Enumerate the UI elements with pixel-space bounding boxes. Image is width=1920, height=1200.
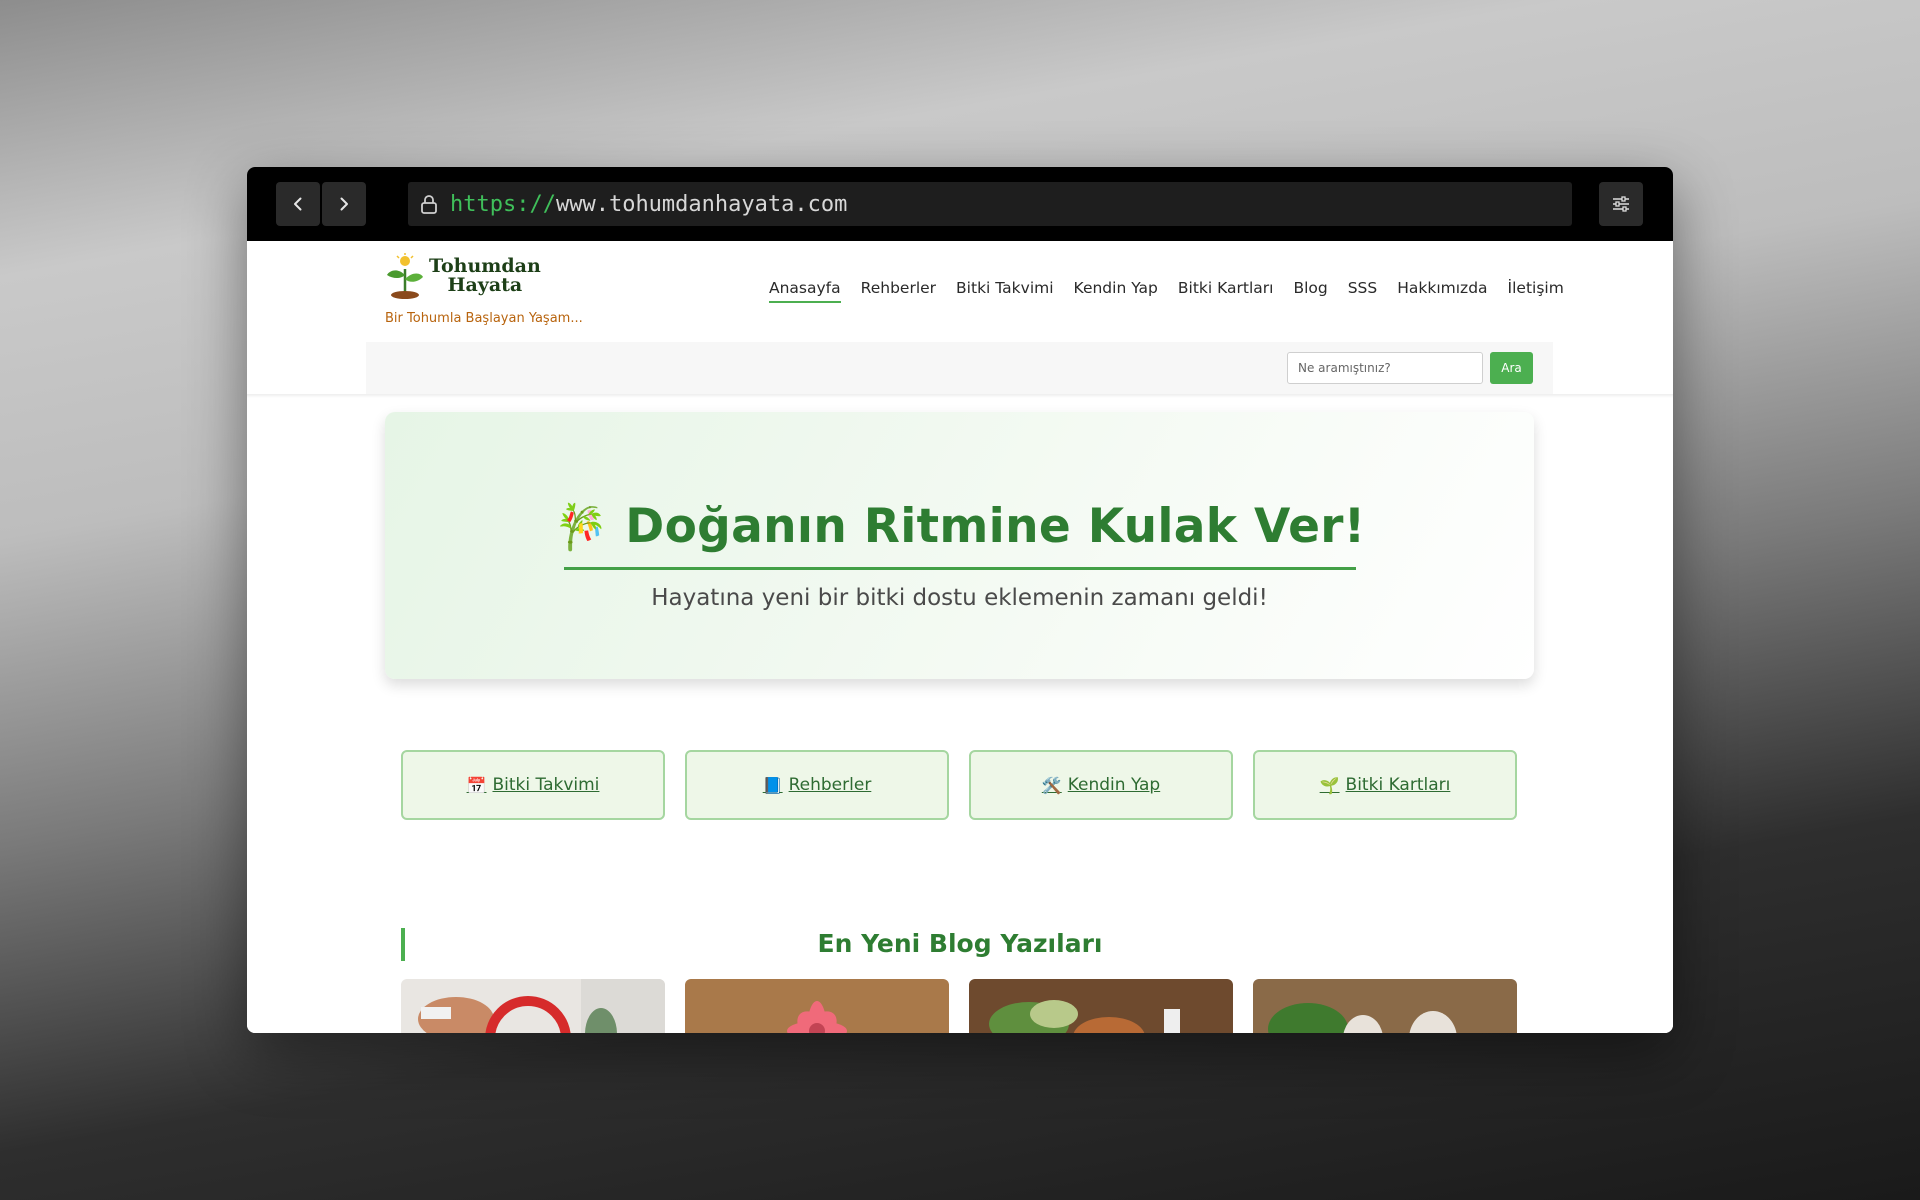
search-input[interactable] [1287,352,1483,384]
blog-card-image [969,979,1233,1033]
hero-title-text: Doğanın Ritmine Kulak Ver! [625,499,1366,554]
site-logo[interactable]: Tohumdan Hayata [385,253,541,299]
main-navigation: Anasayfa Rehberler Bitki Takvimi Kendin … [769,279,1584,303]
search-bar: Ara [366,342,1553,394]
blog-card-image [401,979,665,1033]
nav-sss[interactable]: SSS [1348,279,1378,303]
book-icon: 📘 [762,775,783,795]
sliders-icon [1613,196,1629,212]
site-tagline: Bir Tohumla Başlayan Yaşam... [385,311,583,326]
search-button[interactable]: Ara [1490,352,1533,384]
tools-icon: 🛠️ [1041,775,1062,795]
url-scheme: https:// [450,191,556,217]
lock-icon [418,193,440,215]
quick-link-label: Bitki Takvimi [492,775,600,795]
quick-link-bitki-kartlari[interactable]: 🌱 Bitki Kartları [1253,750,1517,820]
site-header: Tohumdan Hayata Bir Tohumla Başlayan Yaş… [247,241,1673,395]
quick-link-rehberler[interactable]: 📘 Rehberler [685,750,949,820]
browser-window: https://www.tohumdanhayata.com Tohumdan … [247,167,1673,1033]
quick-link-label: Kendin Yap [1067,775,1161,795]
quick-link-kendin-yap[interactable]: 🛠️ Kendin Yap [969,750,1233,820]
header-divider [247,394,1673,398]
nav-blog[interactable]: Blog [1293,279,1327,303]
logo-text: Tohumdan Hayata [429,257,541,295]
blog-card-image [1253,979,1517,1033]
quick-link-label: Bitki Kartları [1345,775,1451,795]
blog-card-image [685,979,949,1033]
url-host: www.tohumdanhayata.com [555,191,848,217]
blog-card[interactable] [685,979,949,1033]
seedling-icon: 🌱 [1319,775,1340,795]
nav-iletisim[interactable]: İletişim [1508,279,1564,303]
tanabata-tree-icon: 🎋 [553,502,609,553]
quick-link-bitki-takvimi[interactable]: 📅 Bitki Takvimi [401,750,665,820]
nav-anasayfa[interactable]: Anasayfa [769,279,841,303]
blog-card[interactable] [969,979,1233,1033]
hero-title: 🎋 Doğanın Ritmine Kulak Ver! [385,499,1534,554]
calendar-icon: 📅 [466,775,487,795]
back-button[interactable] [276,182,320,226]
blog-card[interactable] [1253,979,1517,1033]
settings-button[interactable] [1599,182,1643,226]
nav-rehberler[interactable]: Rehberler [861,279,936,303]
blog-section-title: En Yeni Blog Yazıları [817,929,1103,958]
nav-hakkimizda[interactable]: Hakkımızda [1397,279,1487,303]
nav-bitki-kartlari[interactable]: Bitki Kartları [1178,279,1274,303]
blog-card[interactable] [401,979,665,1033]
sprout-logo-icon [387,253,423,299]
web-page: Tohumdan Hayata Bir Tohumla Başlayan Yaş… [247,241,1673,1033]
nav-kendin-yap[interactable]: Kendin Yap [1074,279,1158,303]
hero-subtitle: Hayatına yeni bir bitki dostu eklemenin … [651,585,1268,611]
hero-banner: 🎋 Doğanın Ritmine Kulak Ver! Hayatına ye… [385,412,1534,679]
chevron-left-icon [294,197,302,211]
browser-toolbar: https://www.tohumdanhayata.com [247,167,1673,241]
forward-button[interactable] [322,182,366,226]
logo-line-2: Hayata [447,274,523,296]
chevron-right-icon [340,197,348,211]
address-bar[interactable]: https://www.tohumdanhayata.com [408,182,1572,226]
nav-bitki-takvimi[interactable]: Bitki Takvimi [956,279,1054,303]
quick-link-label: Rehberler [788,775,872,795]
hero-underline [564,567,1356,570]
